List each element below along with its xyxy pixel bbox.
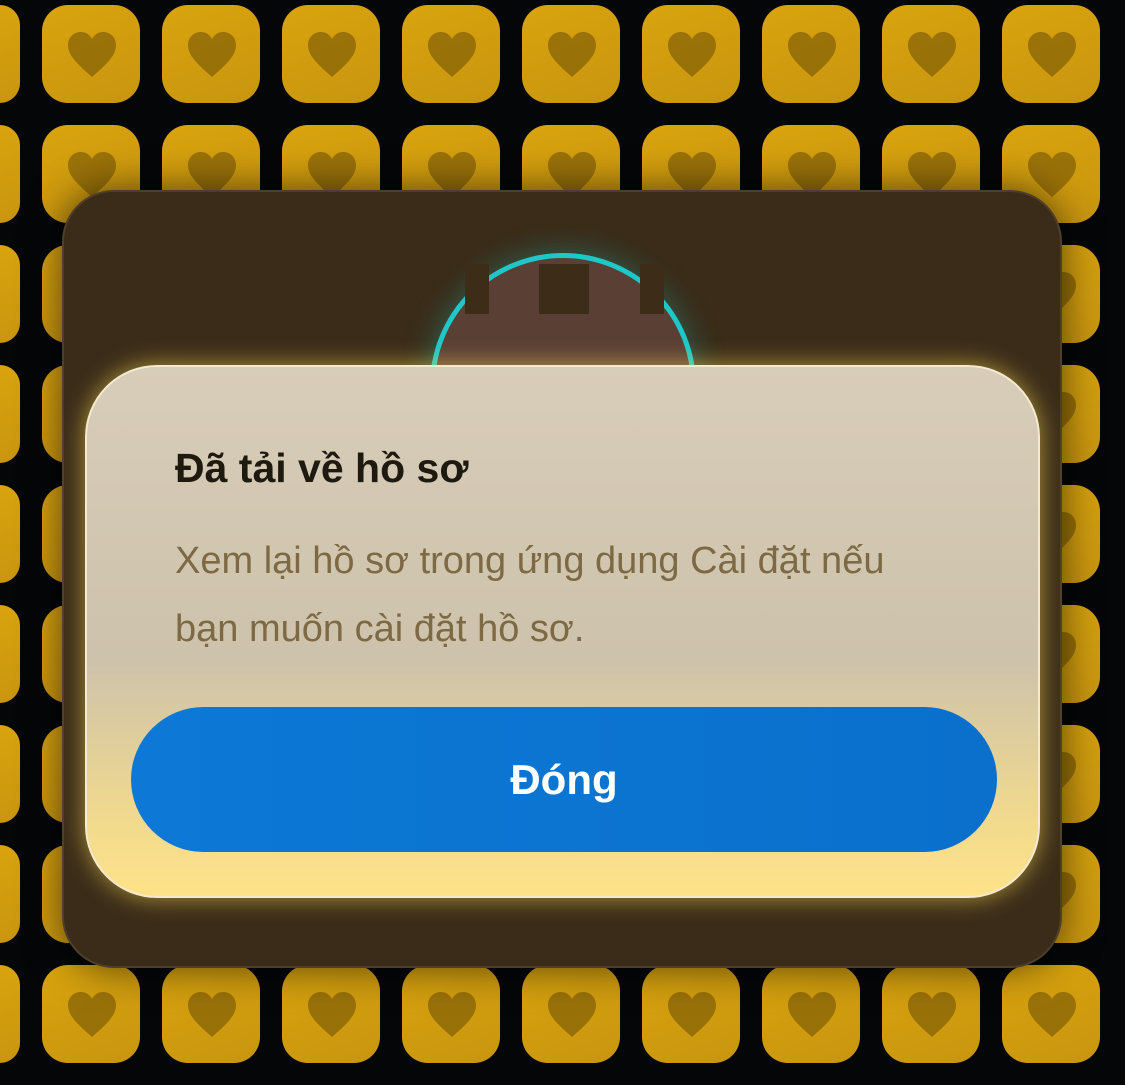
- heart-icon: [68, 992, 116, 1037]
- heart-icon: [788, 992, 836, 1037]
- heart-icon: [548, 992, 596, 1037]
- heart-icon: [188, 32, 236, 77]
- app-tile: [642, 5, 740, 103]
- app-tile: [882, 5, 980, 103]
- app-tile: [0, 605, 20, 703]
- heart-icon: [668, 992, 716, 1037]
- app-tile: [282, 965, 380, 1063]
- heart-icon: [908, 992, 956, 1037]
- heart-icon: [668, 32, 716, 77]
- app-tile: [1002, 5, 1100, 103]
- app-tile: [0, 965, 20, 1063]
- app-tile: [0, 725, 20, 823]
- avatar-pattern: [640, 264, 664, 314]
- app-tile: [0, 845, 20, 943]
- app-tile: [402, 5, 500, 103]
- heart-icon: [428, 32, 476, 77]
- app-tile: [402, 965, 500, 1063]
- app-tile: [642, 965, 740, 1063]
- heart-icon: [1028, 152, 1076, 197]
- heart-icon: [68, 32, 116, 77]
- app-tile: [0, 485, 20, 583]
- app-tile: [522, 5, 620, 103]
- heart-icon: [308, 32, 356, 77]
- app-tile: [0, 245, 20, 343]
- app-tile: [162, 965, 260, 1063]
- app-tile: [282, 5, 380, 103]
- heart-icon: [308, 992, 356, 1037]
- alert-dialog: Đã tải về hồ sơ Xem lại hồ sơ trong ứng …: [85, 365, 1040, 898]
- close-button[interactable]: Đóng: [131, 707, 997, 852]
- dialog-message: Xem lại hồ sơ trong ứng dụng Cài đặt nếu…: [175, 540, 885, 650]
- heart-icon: [428, 992, 476, 1037]
- heart-icon: [548, 32, 596, 77]
- heart-icon: [188, 992, 236, 1037]
- app-tile: [162, 5, 260, 103]
- dialog-title: Đã tải về hồ sơ: [175, 445, 469, 491]
- heart-icon: [908, 32, 956, 77]
- app-tile: [882, 965, 980, 1063]
- heart-icon: [1028, 32, 1076, 77]
- app-tile: [762, 965, 860, 1063]
- app-tile: [762, 5, 860, 103]
- app-tile: [0, 365, 20, 463]
- heart-icon: [1028, 992, 1076, 1037]
- avatar-pattern: [465, 264, 489, 314]
- app-tile: [0, 125, 20, 223]
- app-tile: [42, 5, 140, 103]
- heart-icon: [788, 32, 836, 77]
- app-tile: [1002, 965, 1100, 1063]
- avatar-pattern: [539, 264, 589, 314]
- app-tile: [42, 965, 140, 1063]
- app-tile: [0, 5, 20, 103]
- app-tile: [522, 965, 620, 1063]
